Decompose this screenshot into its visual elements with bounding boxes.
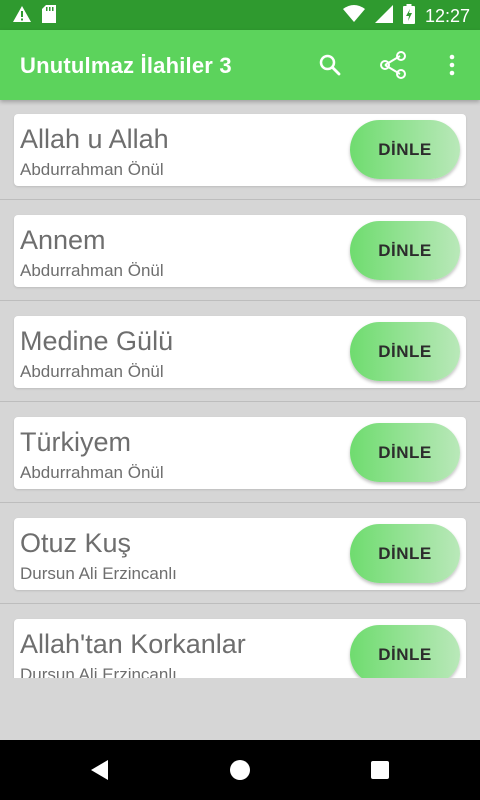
recents-icon[interactable]: [368, 758, 392, 782]
status-time: 12:27: [424, 6, 470, 26]
list-item: Allah u Allah Abdurrahman Önül DİNLE: [0, 100, 480, 201]
navigation-bar: [0, 740, 480, 800]
song-title: Allah'tan Korkanlar: [20, 629, 246, 659]
listen-button[interactable]: DİNLE: [350, 221, 460, 280]
app-bar: Unutulmaz İlahiler 3: [0, 30, 480, 100]
app-title: Unutulmaz İlahiler 3: [20, 53, 232, 78]
song-card[interactable]: Medine Gülü Abdurrahman Önül DİNLE: [14, 316, 466, 388]
list-item: Allah'tan Korkanlar Dursun Ali Erzincanl…: [0, 605, 480, 678]
home-icon[interactable]: [228, 758, 252, 782]
warning-icon: [12, 5, 32, 28]
song-artist: Abdurrahman Önül: [20, 160, 164, 179]
song-list[interactable]: Allah u Allah Abdurrahman Önül DİNLE Ann…: [0, 100, 480, 678]
song-artist: Dursun Ali Erzincanlı: [20, 665, 177, 678]
song-title: Annem: [20, 225, 106, 255]
battery-charging-icon: [402, 4, 415, 29]
song-card[interactable]: Türkiyem Abdurrahman Önül DİNLE: [14, 417, 466, 489]
back-icon[interactable]: [88, 758, 112, 782]
more-vert-icon[interactable]: [435, 48, 469, 82]
song-card[interactable]: Allah'tan Korkanlar Dursun Ali Erzincanl…: [14, 619, 466, 678]
song-artist: Abdurrahman Önül: [20, 463, 164, 482]
list-item: Annem Abdurrahman Önül DİNLE: [0, 201, 480, 302]
list-item: Otuz Kuş Dursun Ali Erzincanlı DİNLE: [0, 504, 480, 605]
listen-button[interactable]: DİNLE: [350, 524, 460, 583]
list-item: Medine Gülü Abdurrahman Önül DİNLE: [0, 302, 480, 403]
sd-card-icon: [42, 5, 56, 28]
divider: [0, 401, 480, 402]
listen-button[interactable]: DİNLE: [350, 322, 460, 381]
divider: [0, 300, 480, 301]
divider: [0, 603, 480, 604]
share-icon[interactable]: [376, 48, 410, 82]
song-artist: Abdurrahman Önül: [20, 261, 164, 280]
divider: [0, 199, 480, 200]
listen-button[interactable]: DİNLE: [350, 423, 460, 482]
divider: [0, 502, 480, 503]
song-card[interactable]: Annem Abdurrahman Önül DİNLE: [14, 215, 466, 287]
song-artist: Abdurrahman Önül: [20, 362, 164, 381]
signal-icon: [374, 5, 393, 28]
wifi-icon: [342, 5, 365, 28]
song-title: Otuz Kuş: [20, 528, 132, 558]
listen-button[interactable]: DİNLE: [350, 625, 460, 678]
search-icon[interactable]: [313, 48, 347, 82]
list-item: Türkiyem Abdurrahman Önül DİNLE: [0, 403, 480, 504]
song-title: Allah u Allah: [20, 124, 169, 154]
song-artist: Dursun Ali Erzincanlı: [20, 564, 177, 583]
song-card[interactable]: Otuz Kuş Dursun Ali Erzincanlı DİNLE: [14, 518, 466, 590]
status-bar: 12:27: [0, 0, 480, 30]
listen-button[interactable]: DİNLE: [350, 120, 460, 179]
song-title: Türkiyem: [20, 427, 132, 457]
song-card[interactable]: Allah u Allah Abdurrahman Önül DİNLE: [14, 114, 466, 186]
song-title: Medine Gülü: [20, 326, 174, 356]
